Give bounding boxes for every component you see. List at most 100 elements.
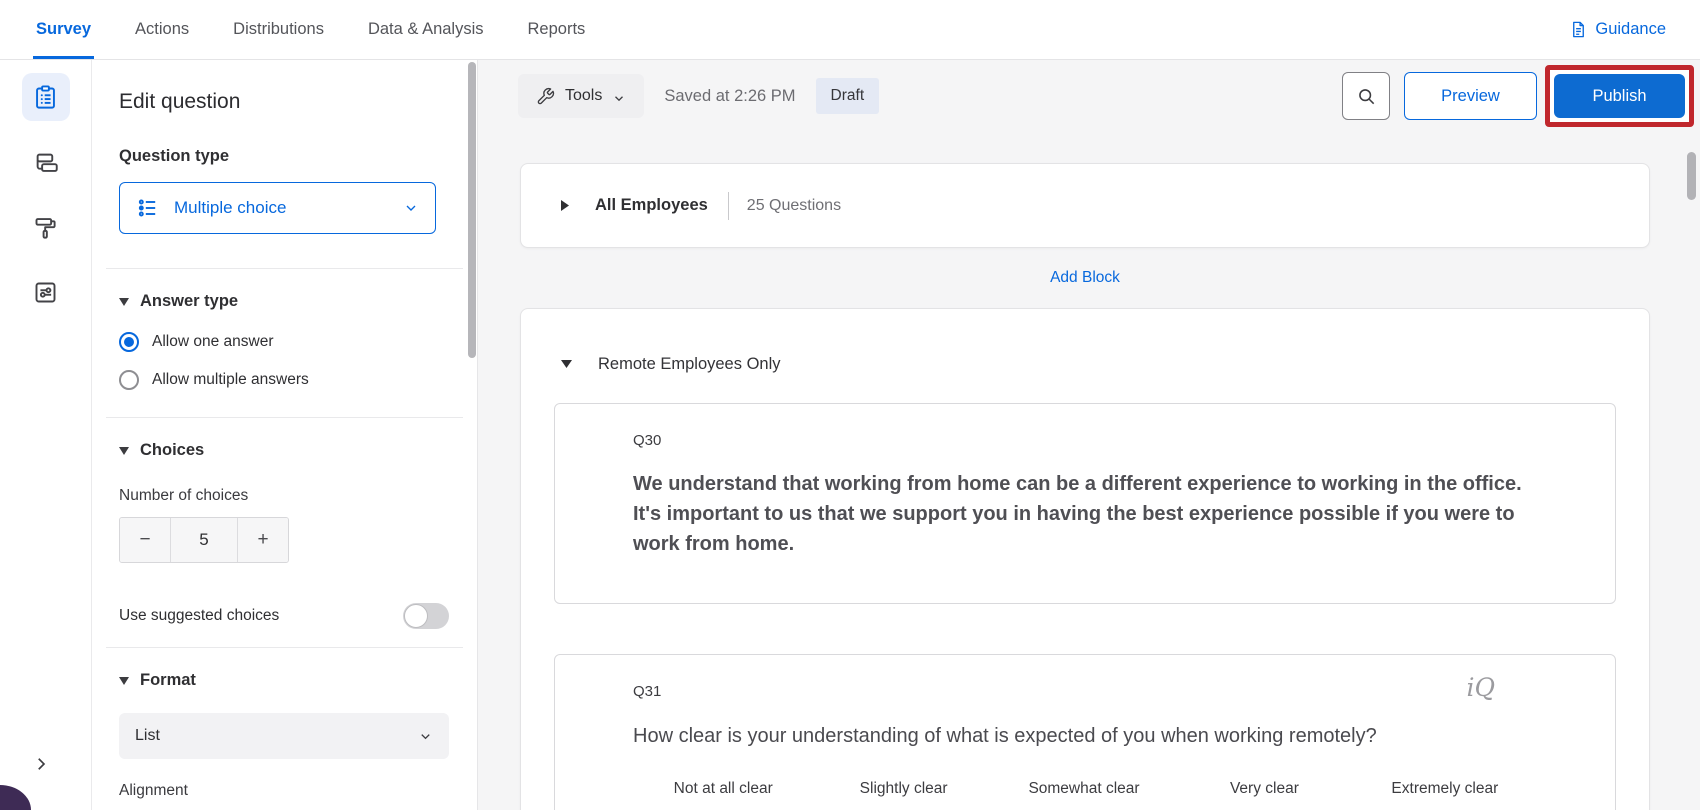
sidebar-item-survey-flow[interactable]: [22, 138, 70, 186]
scale-label: Extremely clear: [1391, 780, 1498, 798]
format-heading: Format: [140, 671, 196, 690]
question-card-q30[interactable]: Q30 We understand that working from home…: [554, 403, 1616, 604]
radio-label: Allow multiple answers: [152, 371, 309, 389]
tools-dropdown-button[interactable]: Tools: [518, 74, 644, 118]
radio-selected-icon: [119, 332, 139, 352]
triangle-right-icon[interactable]: [561, 200, 569, 211]
decrease-choices-button[interactable]: −: [120, 518, 170, 562]
block-title: All Employees: [595, 196, 708, 215]
scale-option: Very clear: [1174, 780, 1354, 810]
suggested-choices-label: Use suggested choices: [119, 607, 279, 625]
block-header[interactable]: Remote Employees Only: [561, 339, 1609, 389]
divider: [106, 268, 463, 269]
sidebar-item-look-and-feel[interactable]: [22, 203, 70, 251]
scale-label: Somewhat clear: [1028, 780, 1139, 798]
scale-option: Extremely clear: [1355, 780, 1535, 810]
question-id: Q31: [633, 683, 1535, 700]
paint-roller-icon: [32, 214, 59, 241]
suggested-choices-row: Use suggested choices: [119, 603, 449, 629]
left-icon-rail: [0, 60, 92, 810]
add-block-link[interactable]: Add Block: [520, 269, 1650, 287]
guidance-link[interactable]: Guidance: [1569, 0, 1666, 59]
main-area: Tools Saved at 2:26 PM Draft Preview Pub…: [478, 60, 1700, 810]
number-of-choices-label: Number of choices: [119, 487, 449, 505]
panel-title: Edit question: [119, 90, 449, 114]
nav-tab-actions[interactable]: Actions: [135, 0, 189, 59]
sidebar-item-survey-builder[interactable]: [22, 73, 70, 121]
search-button[interactable]: [1342, 72, 1390, 120]
scale-label: Very clear: [1230, 780, 1299, 798]
iq-score-icon: iQ: [1467, 673, 1496, 702]
choices-count-stepper: − 5 +: [119, 517, 289, 563]
radio-allow-multiple-answers[interactable]: Allow multiple answers: [119, 370, 449, 390]
nav-tab-survey[interactable]: Survey: [36, 0, 91, 59]
top-nav: Survey Actions Distributions Data & Anal…: [0, 0, 1700, 60]
triangle-down-icon: [119, 677, 129, 685]
block-title: Remote Employees Only: [598, 355, 781, 374]
preview-button[interactable]: Preview: [1404, 72, 1537, 120]
main-scrollbar[interactable]: [1687, 152, 1696, 200]
nav-tab-data-analysis[interactable]: Data & Analysis: [368, 0, 484, 59]
search-icon: [1356, 86, 1377, 107]
nav-tab-reports[interactable]: Reports: [528, 0, 586, 59]
sidebar-item-survey-options[interactable]: [22, 268, 70, 316]
radio-unselected-icon: [119, 370, 139, 390]
question-type-value: Multiple choice: [174, 198, 403, 218]
chevron-right-icon: [32, 755, 50, 773]
vertical-divider: [728, 192, 729, 220]
block-all-employees[interactable]: All Employees 25 Questions: [520, 163, 1650, 248]
tools-label: Tools: [565, 87, 602, 105]
scale-option: Not at all clear: [633, 780, 813, 810]
format-select[interactable]: List: [119, 713, 449, 759]
scale-label: Not at all clear: [674, 780, 773, 798]
format-section-toggle[interactable]: Format: [119, 671, 449, 690]
publish-button[interactable]: Publish: [1554, 74, 1685, 118]
question-text: How clear is your understanding of what …: [633, 722, 1535, 750]
block-remote-employees: Remote Employees Only Q30 We understand …: [520, 308, 1650, 810]
survey-content: All Employees 25 Questions Add Block Rem…: [520, 163, 1650, 810]
clipboard-list-icon: [32, 84, 59, 111]
triangle-down-icon: [119, 298, 129, 306]
blocks-icon: [32, 149, 59, 176]
answer-type-section-toggle[interactable]: Answer type: [119, 292, 449, 311]
divider: [106, 647, 463, 648]
question-id: Q30: [633, 432, 1535, 449]
increase-choices-button[interactable]: +: [238, 518, 288, 562]
triangle-down-icon[interactable]: [561, 360, 572, 368]
choices-count-value: 5: [170, 518, 238, 562]
answer-type-heading: Answer type: [140, 292, 238, 311]
panel-scrollbar[interactable]: [468, 62, 476, 358]
nav-tab-distributions[interactable]: Distributions: [233, 0, 324, 59]
toggle-knob: [404, 604, 428, 628]
chevron-down-icon: [403, 200, 419, 216]
question-type-heading: Question type: [119, 147, 449, 166]
edit-question-panel: Edit question Question type Multiple cho…: [92, 60, 478, 810]
wrench-icon: [536, 87, 555, 106]
draft-status-badge: Draft: [816, 78, 880, 114]
choices-section-toggle[interactable]: Choices: [119, 441, 449, 460]
publish-annotation-highlight: Publish: [1545, 65, 1694, 127]
alignment-label: Alignment: [119, 782, 449, 800]
expand-panel-button[interactable]: [32, 755, 50, 778]
radio-allow-one-answer[interactable]: Allow one answer: [119, 332, 449, 352]
block-question-count: 25 Questions: [747, 197, 841, 215]
settings-sliders-icon: [32, 279, 59, 306]
answer-scale-row: Not at all clear Slightly clear Somewhat…: [633, 780, 1535, 810]
scale-option: Slightly clear: [813, 780, 993, 810]
divider: [106, 417, 463, 418]
suggested-choices-toggle[interactable]: [403, 603, 449, 629]
chevron-down-icon: [418, 729, 433, 744]
question-type-dropdown[interactable]: Multiple choice: [119, 182, 436, 234]
chevron-down-icon: [612, 89, 626, 103]
radio-label: Allow one answer: [152, 333, 273, 351]
question-card-q31[interactable]: Q31 iQ How clear is your understanding o…: [554, 654, 1616, 810]
format-value: List: [135, 727, 160, 745]
guidance-doc-icon: [1569, 20, 1588, 39]
scale-option: Somewhat clear: [994, 780, 1174, 810]
question-text: We understand that working from home can…: [633, 469, 1533, 559]
guidance-label: Guidance: [1595, 20, 1666, 39]
corner-decoration: [0, 785, 31, 810]
triangle-down-icon: [119, 447, 129, 455]
app-body: Edit question Question type Multiple cho…: [0, 60, 1700, 810]
multiple-choice-icon: [136, 196, 160, 220]
